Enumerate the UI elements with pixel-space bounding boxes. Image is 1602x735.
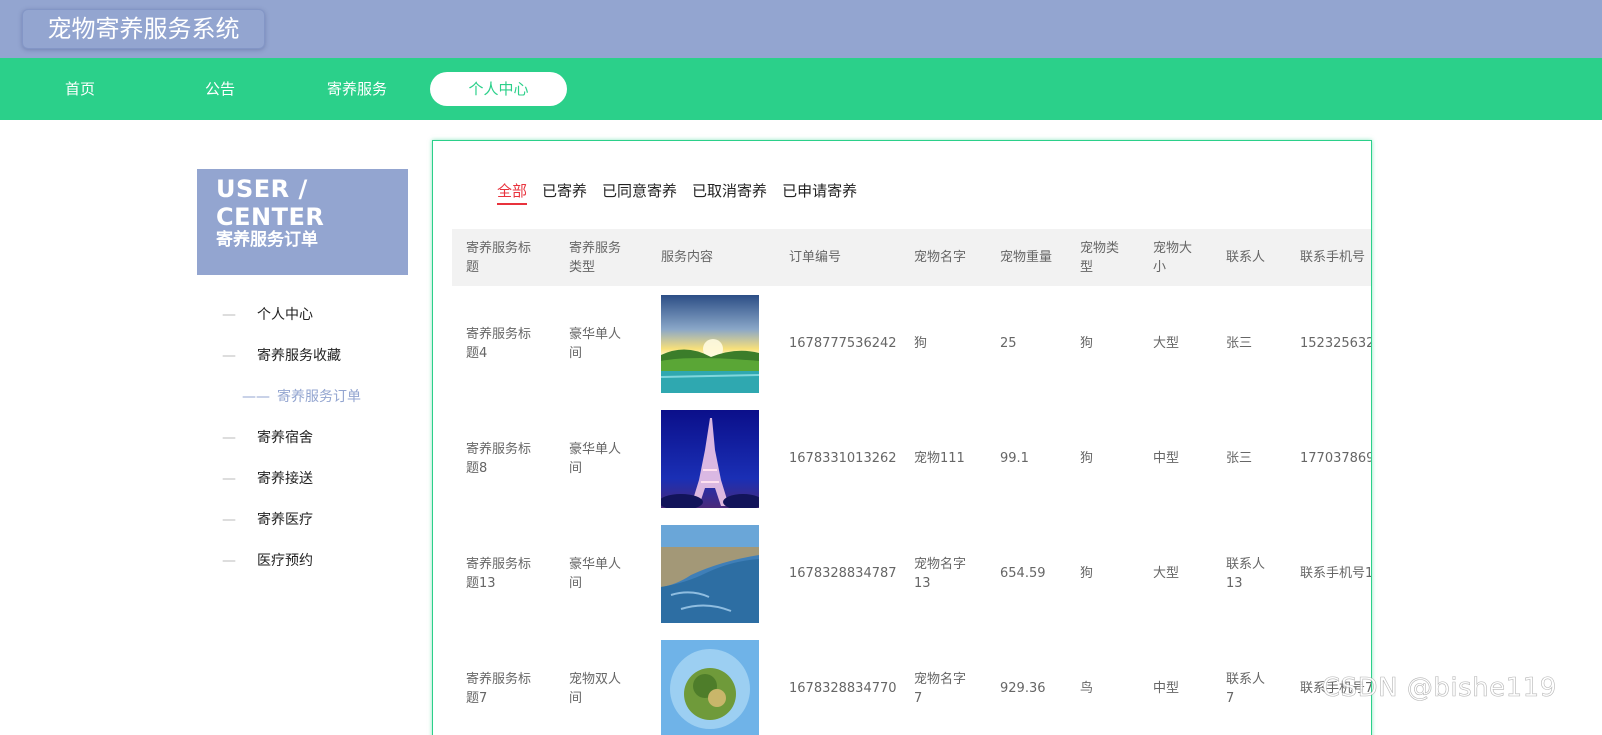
cell-order-number: 1678331013262: [789, 451, 897, 466]
tab-applied[interactable]: 已申请寄养: [782, 179, 857, 203]
cell-weight: 654.59: [1000, 566, 1046, 581]
column-header: 宠物类型: [1066, 229, 1139, 286]
cell-size: 大型: [1153, 336, 1180, 351]
cell-phone: 17703786900: [1300, 451, 1371, 466]
sidebar-item-orders[interactable]: —— 寄养服务订单: [220, 377, 420, 418]
cell-image[interactable]: [647, 631, 775, 735]
cell-image[interactable]: [647, 401, 775, 516]
column-header: 寄养服务类型: [555, 229, 647, 286]
column-header: 宠物名字: [900, 229, 986, 286]
cell-weight: 99.1: [1000, 451, 1029, 466]
sidebar-item-label: 寄养服务订单: [277, 389, 361, 405]
sidebar-item-user-center[interactable]: — 个人中心: [220, 295, 420, 336]
cell-title: 寄养服务标题8: [466, 441, 532, 476]
sidebar-title-en: USER / CENTER: [216, 175, 325, 231]
cell-order-number: 1678328834770: [789, 681, 897, 696]
tab-all[interactable]: 全部: [497, 179, 528, 205]
cell-contact: 联系人7: [1226, 671, 1266, 706]
cell-type: 宠物双人间: [569, 671, 622, 706]
column-header: 寄养服务标题: [452, 229, 555, 286]
sidebar-item-label: 寄养服务收藏: [257, 348, 341, 364]
cell-pet-name: 宠物111: [914, 451, 965, 466]
coastline-image[interactable]: [661, 524, 759, 623]
cell-size: 中型: [1153, 451, 1180, 466]
table-header-row: 寄养服务标题 寄养服务类型 服务内容 订单编号 宠物名字 宠物重量 宠物类型 宠…: [452, 229, 1371, 286]
nav-home[interactable]: 首页: [40, 72, 120, 106]
app-title: 宠物寄养服务系统: [22, 9, 265, 49]
nav-user-center[interactable]: 个人中心: [430, 72, 567, 106]
sunset-lake-image[interactable]: [661, 294, 759, 393]
dash-icon: ——: [242, 389, 270, 405]
watermark: CSDN @bishe119: [1322, 673, 1557, 704]
cell-pet-name: 宠物名字7: [914, 671, 967, 706]
table-row[interactable]: 寄养服务标题4 豪华单人间 1678777536242 狗 25 狗 大型 张三…: [452, 286, 1371, 401]
nav-notice[interactable]: 公告: [180, 72, 260, 106]
column-header: 宠物大小: [1139, 229, 1212, 286]
column-header: 服务内容: [647, 229, 775, 286]
column-header: 订单编号: [775, 229, 900, 286]
sidebar-item-appointment[interactable]: — 医疗预约: [220, 541, 420, 582]
cell-title: 寄养服务标题13: [466, 556, 532, 591]
dash-icon: —: [222, 348, 236, 364]
cell-pet-name: 宠物名字13: [914, 556, 967, 591]
tab-boarded[interactable]: 已寄养: [542, 179, 587, 203]
cell-contact: 张三: [1226, 451, 1253, 466]
cell-image[interactable]: [647, 286, 775, 401]
cell-type: 豪华单人间: [569, 326, 622, 361]
cell-pet-name: 狗: [914, 336, 928, 351]
sidebar-item-label: 寄养医疗: [257, 512, 313, 528]
sidebar-header: USER / CENTER 寄养服务订单: [197, 169, 408, 275]
column-header: 联系手机号: [1286, 229, 1371, 286]
sidebar-item-pickup[interactable]: — 寄养接送: [220, 459, 420, 500]
main-nav: 首页 公告 寄养服务 个人中心: [0, 58, 1602, 120]
cell-image[interactable]: [647, 516, 775, 631]
cell-size: 中型: [1153, 681, 1180, 696]
dash-icon: —: [222, 553, 236, 569]
orders-panel: 全部 已寄养 已同意寄养 已取消寄养 已申请寄养 寄养服务标题 寄养服务类型 服…: [432, 140, 1372, 735]
table-row[interactable]: 寄养服务标题8 豪华单人间 1678331013262 宠物111 99.1 狗…: [452, 401, 1371, 516]
cell-contact: 张三: [1226, 336, 1253, 351]
cell-title: 寄养服务标题7: [466, 671, 532, 706]
sidebar-item-label: 寄养接送: [257, 471, 313, 487]
cell-pet-type: 鸟: [1080, 681, 1094, 696]
top-header: 宠物寄养服务系统: [0, 0, 1602, 58]
nav-boarding-service[interactable]: 寄养服务: [313, 72, 401, 106]
cell-title: 寄养服务标题4: [466, 326, 532, 361]
table-row[interactable]: 寄养服务标题13 豪华单人间 1678328834787 宠物名字13 654.…: [452, 516, 1371, 631]
sidebar-item-label: 个人中心: [257, 307, 313, 323]
sidebar-item-favorites[interactable]: — 寄养服务收藏: [220, 336, 420, 377]
cell-type: 豪华单人间: [569, 441, 622, 476]
dash-icon: —: [222, 512, 236, 528]
cell-order-number: 1678328834787: [789, 566, 897, 581]
cell-size: 大型: [1153, 566, 1180, 581]
cell-contact: 联系人13: [1226, 556, 1266, 591]
sidebar-item-medical[interactable]: — 寄养医疗: [220, 500, 420, 541]
dash-icon: —: [222, 471, 236, 487]
table-row[interactable]: 寄养服务标题7 宠物双人间 1678328834770 宠物名字7 929.36…: [452, 631, 1371, 735]
tab-cancelled[interactable]: 已取消寄养: [692, 179, 767, 203]
cell-pet-type: 狗: [1080, 336, 1094, 351]
column-header: 宠物重量: [986, 229, 1066, 286]
cell-type: 豪华单人间: [569, 556, 622, 591]
cell-weight: 25: [1000, 336, 1017, 351]
cell-pet-type: 狗: [1080, 451, 1094, 466]
cell-phone: 15232563256: [1300, 336, 1371, 351]
eiffel-tower-image[interactable]: [661, 409, 759, 508]
status-tabs: 全部 已寄养 已同意寄养 已取消寄养 已申请寄养: [497, 179, 872, 205]
column-header: 联系人: [1212, 229, 1286, 286]
tab-approved[interactable]: 已同意寄养: [602, 179, 677, 203]
sidebar-item-label: 医疗预约: [257, 553, 313, 569]
sidebar-menu: — 个人中心 — 寄养服务收藏 —— 寄养服务订单 — 寄养宿舍 — 寄养接送 — 寄养医疗…: [220, 295, 420, 582]
dash-icon: —: [222, 430, 236, 446]
cell-order-number: 1678777536242: [789, 336, 897, 351]
dash-icon: —: [222, 307, 236, 323]
orders-table: 寄养服务标题 寄养服务类型 服务内容 订单编号 宠物名字 宠物重量 宠物类型 宠…: [452, 229, 1371, 735]
sidebar-title-cn: 寄养服务订单: [216, 230, 318, 250]
sidebar-item-label: 寄养宿舍: [257, 430, 313, 446]
cell-phone: 联系手机号13: [1300, 566, 1371, 581]
sidebar-item-dormitory[interactable]: — 寄养宿舍: [220, 418, 420, 459]
cell-weight: 929.36: [1000, 681, 1046, 696]
cell-pet-type: 狗: [1080, 566, 1094, 581]
tiny-planet-image[interactable]: [661, 639, 759, 735]
